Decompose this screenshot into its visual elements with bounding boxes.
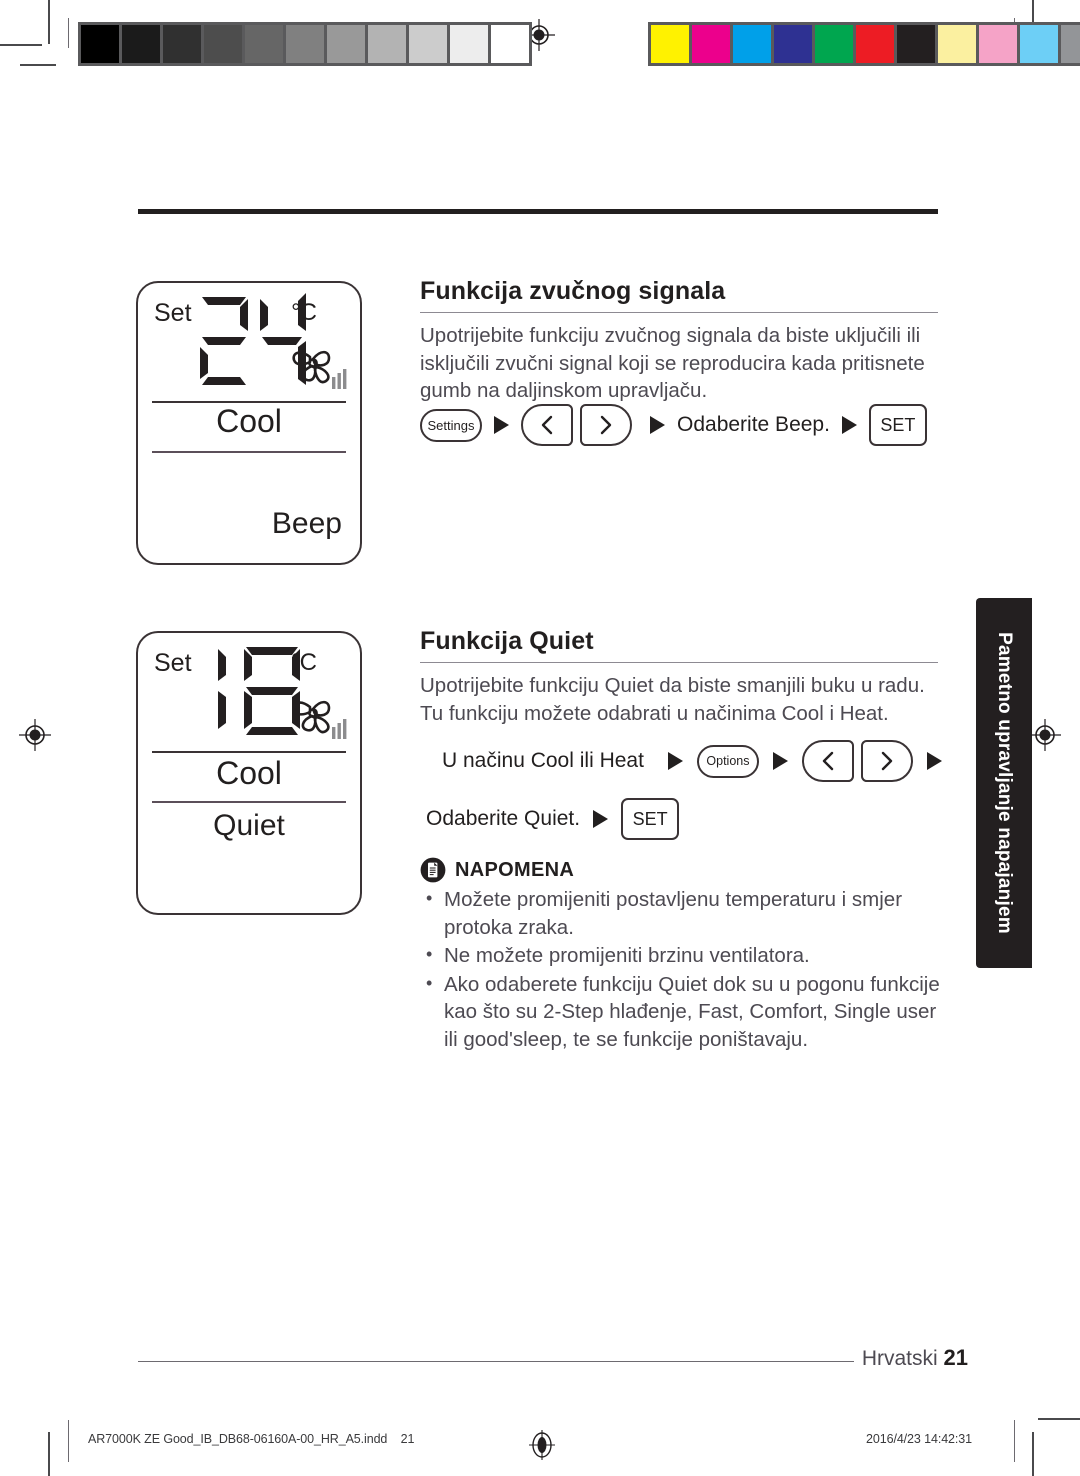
lcd-divider-top (152, 751, 346, 753)
arrow-right-marker (667, 752, 683, 770)
note-list-item: Ne možete promijeniti brzinu ventilatora… (420, 941, 940, 970)
arrow-right-marker (593, 810, 609, 828)
fan-icon (292, 700, 347, 739)
chevron-right-icon (600, 415, 612, 435)
footer-language-page: Hrvatski 21 (862, 1345, 968, 1371)
note-heading-label: NAPOMENA (455, 858, 575, 881)
lcd-set-label: Set (154, 649, 192, 677)
chevron-left-button[interactable] (521, 404, 573, 446)
lcd-divider-bottom (152, 801, 346, 803)
page-top-rule (138, 209, 938, 214)
arrow-right-marker (772, 752, 788, 770)
footer-language-label: Hrvatski (861, 1347, 938, 1370)
step-sequence-beep: Settings Odaberite Beep. SET (420, 404, 927, 446)
lcd-unit-label: °C (291, 649, 317, 676)
chevron-right-button[interactable] (580, 404, 632, 446)
imposition-page-number: 21 (400, 1432, 415, 1446)
chapter-side-tab: Pametno upravljanje napajanjem (976, 598, 1032, 968)
arrow-right-marker (650, 416, 665, 434)
chevron-right-button[interactable] (860, 740, 913, 782)
lcd-display-beep: Set °C Cool Beep (136, 281, 362, 565)
step-sequence-quiet-row2: Odaberite Quiet. SET (426, 798, 680, 840)
section-rule-beep (420, 312, 938, 313)
chapter-side-tab-label: Pametno upravljanje napajanjem (994, 632, 1015, 934)
step-instruction-text: Odaberite Quiet. (426, 807, 581, 830)
note-heading: NAPOMENA (420, 857, 574, 883)
section-body-beep: Upotrijebite funkciju zvučnog signala da… (420, 324, 925, 402)
lcd-function-label: Quiet (213, 809, 285, 842)
set-button[interactable]: SET (621, 798, 680, 840)
fan-icon (292, 350, 347, 389)
imposition-filename: AR7000K ZE Good_IB_DB68-06160A-00_HR_A5.… (88, 1432, 414, 1446)
section-rule-quiet (420, 662, 938, 663)
imposition-filename-text: AR7000K ZE Good_IB_DB68-06160A-00_HR_A5.… (88, 1432, 388, 1446)
section-title-quiet: Funkcija Quiet (420, 627, 594, 655)
lcd-unit-label: °C (291, 299, 317, 326)
step-sequence-quiet-row1: U načinu Cool ili Heat Options (442, 740, 942, 782)
footer-rule (138, 1361, 854, 1362)
imposition-timestamp: 2016/4/23 14:42:31 (866, 1432, 972, 1446)
chevron-left-button[interactable] (801, 740, 854, 782)
options-button[interactable]: Options (696, 744, 759, 778)
set-button[interactable]: SET (868, 404, 927, 446)
chevron-right-icon (881, 751, 893, 771)
settings-button[interactable]: Settings (420, 408, 482, 442)
lcd-mode-label: Cool (216, 755, 282, 791)
step-instruction-text: U načinu Cool ili Heat (442, 749, 644, 772)
arrow-right-marker (494, 416, 509, 434)
page-content: Set °C Cool Beep Set °C Cool Quiet Funkc… (0, 0, 1080, 1476)
note-document-icon (420, 857, 446, 883)
lcd-mode-label: Cool (216, 403, 282, 439)
lcd-function-label: Beep (271, 507, 342, 540)
lcd-set-label: Set (154, 299, 192, 327)
chevron-left-icon (541, 415, 553, 435)
lcd-divider-bottom (152, 451, 346, 453)
page-number: 21 (943, 1345, 968, 1370)
lcd-display-quiet: Set °C Cool Quiet (136, 631, 362, 915)
section-body-quiet: Upotrijebite funkciju Quiet da biste sma… (420, 674, 925, 725)
note-list: Možete promijeniti postavljenu temperatu… (420, 885, 940, 1054)
section-title-beep: Funkcija zvučnog signala (420, 277, 726, 305)
chevron-left-icon (822, 751, 834, 771)
note-list-item: Možete promijeniti postavljenu temperatu… (420, 885, 940, 941)
arrow-right-marker (841, 416, 857, 434)
step-instruction-text: Odaberite Beep. (677, 413, 830, 436)
arrow-right-marker (926, 752, 942, 770)
note-list-item: Ako odaberete funkciju Quiet dok su u po… (420, 970, 940, 1054)
